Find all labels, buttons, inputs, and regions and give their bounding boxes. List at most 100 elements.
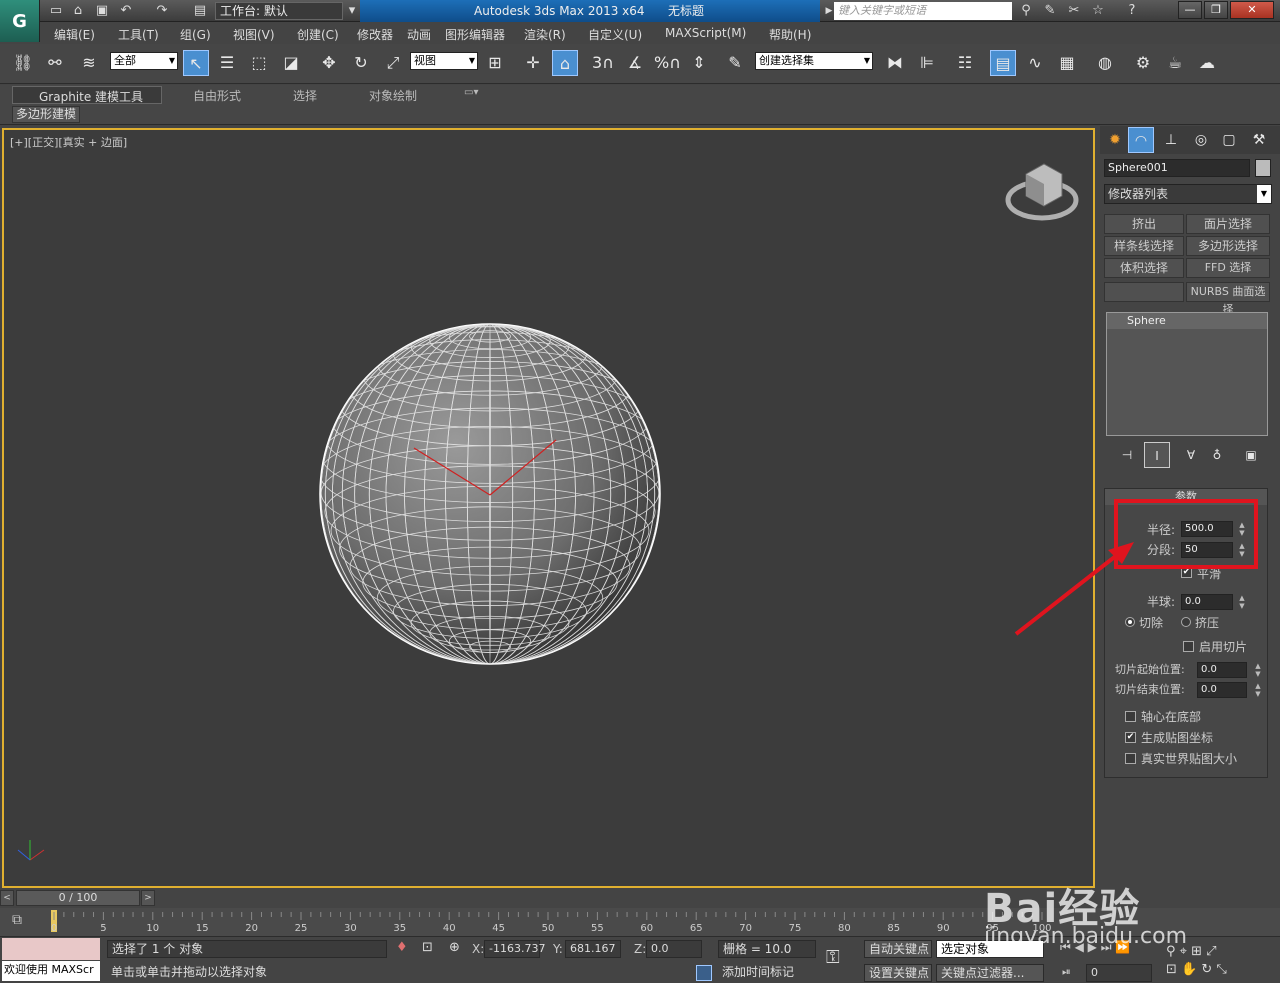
object-name-field[interactable]: Sphere001 [1104,159,1250,177]
bind-space-warp-icon[interactable]: ≋ [76,50,102,76]
material-editor-icon[interactable]: ◍ [1092,50,1118,76]
key-filters-button[interactable]: 关键点过滤器... [936,964,1044,982]
chop-radio[interactable] [1125,617,1135,627]
open-file-icon[interactable]: ⌂ [70,3,86,19]
y-coordinate-field[interactable]: 681.167 [565,940,621,958]
select-object-icon[interactable]: ↖ [183,50,209,76]
modify-tab-icon[interactable]: ◠ [1128,127,1154,153]
reference-coordinate-dropdown[interactable]: 视图 [410,52,478,70]
time-next-icon[interactable]: > [141,890,155,906]
rollout-title[interactable]: 参数 [1105,489,1267,505]
stack-item-sphere[interactable]: Sphere [1107,313,1267,329]
slice-to-spinner[interactable]: ▲ ▼ [1253,682,1263,698]
communication-icon[interactable]: ✂ [1066,3,1082,19]
time-config-icon[interactable]: ⏯ [1062,965,1071,979]
render-setup-icon[interactable]: ⚙ [1130,50,1156,76]
menu-tools[interactable]: 工具(T) [118,26,159,43]
set-key-button[interactable]: 设置关键点 [864,964,932,982]
poly-select-button[interactable]: 多边形选择 [1186,236,1270,256]
empty-modifier-button[interactable] [1104,282,1184,302]
maxscript-mini-listener[interactable]: 欢迎使用 MAXScr [2,961,100,981]
extrude-button[interactable]: 挤出 [1104,214,1184,234]
link-icon[interactable]: ⛓ [10,50,36,76]
help-icon[interactable]: ? [1124,3,1140,19]
volume-select-button[interactable]: 体积选择 [1104,258,1184,278]
align-icon[interactable]: ⊫ [914,50,940,76]
select-and-manipulate-icon[interactable]: ✛ [520,50,546,76]
z-coordinate-field[interactable]: 0.0 [646,940,702,958]
add-time-tag-button[interactable]: 添加时间标记 [718,964,816,982]
utilities-tab-icon[interactable]: ⚒ [1246,127,1272,153]
absolute-mode-icon[interactable]: ⊕ [449,940,460,955]
gen-map-coords-checkbox[interactable]: ✔ [1125,732,1136,743]
ffd-select-button[interactable]: FFD 选择 [1186,258,1270,278]
window-crossing-icon[interactable]: ◪ [278,50,304,76]
create-tab-icon[interactable]: ✹ [1102,127,1128,153]
time-slider-thumb[interactable]: 0 / 100 [16,890,140,906]
slice-on-checkbox[interactable] [1183,641,1194,652]
viewport-front[interactable]: [+][正交][真实 + 边面] [2,128,1095,888]
menu-customize[interactable]: 自定义(U) [588,26,642,43]
menu-rendering[interactable]: 渲染(R) [524,26,566,43]
select-and-scale-icon[interactable]: ⤢ [380,50,406,76]
minimize-button[interactable]: — [1178,1,1202,19]
unlink-icon[interactable]: ⚯ [42,50,68,76]
radius-field[interactable]: 500.0 [1181,521,1233,537]
menu-view[interactable]: 视图(V) [233,26,275,43]
new-file-icon[interactable]: ▭ [48,3,64,19]
tab-selection[interactable]: 选择 [293,87,317,104]
redo-icon[interactable]: ↷ [154,3,170,19]
maxscript-listener-pink[interactable] [2,938,100,960]
spinner-snap-icon[interactable]: ⇕ [686,50,712,76]
keyboard-shortcut-override-icon[interactable]: ⌂ [552,50,578,76]
modifier-list-dropdown[interactable]: 修改器列表 ▼ [1104,184,1272,204]
menu-graph-editors[interactable]: 图形编辑器 [445,26,505,43]
radius-spinner[interactable]: ▲ ▼ [1237,521,1247,537]
mirror-icon[interactable]: ⧓ [882,50,908,76]
smooth-checkbox[interactable]: ✔ [1181,567,1192,578]
slice-from-spinner[interactable]: ▲ ▼ [1253,662,1263,678]
real-world-map-checkbox[interactable] [1125,753,1136,764]
pivot-center-icon[interactable]: ⊞ [482,50,508,76]
segments-spinner[interactable]: ▲ ▼ [1237,542,1247,558]
select-and-rotate-icon[interactable]: ↻ [348,50,374,76]
selection-filter-dropdown[interactable]: 全部 [110,52,178,70]
make-unique-icon[interactable]: ∀ [1178,442,1204,468]
selection-lock-icon[interactable]: ⊡ [422,940,433,955]
rect-selection-region-icon[interactable]: ⬚ [246,50,272,76]
segments-field[interactable]: 50 [1181,542,1233,558]
schematic-view-icon[interactable]: ▦ [1054,50,1080,76]
menu-modifiers[interactable]: 修改器 [357,26,393,43]
key-icon[interactable]: ⚿ [826,947,858,975]
menu-edit[interactable]: 编辑(E) [54,26,95,43]
sub-tab-polygon-modeling[interactable]: 多边形建模 [12,106,80,123]
search-input[interactable]: 键入关键字或短语 [834,2,1012,20]
sphere-object[interactable] [319,323,661,665]
named-selection-dropdown[interactable]: 创建选择集 [755,52,873,70]
hierarchy-tab-icon[interactable]: ⊥ [1158,127,1184,153]
project-folder-icon[interactable]: ▤ [192,3,208,19]
configure-modifier-sets-icon[interactable]: ▣ [1238,442,1264,468]
modifier-stack[interactable]: Sphere [1106,312,1268,436]
percent-snap-icon[interactable]: %∩ [654,50,681,76]
snaps-toggle-icon[interactable]: 3∩ [590,50,616,76]
close-button[interactable]: ✕ [1230,1,1274,19]
viewcube-icon[interactable] [1005,163,1079,221]
squash-radio[interactable] [1181,617,1191,627]
undo-icon[interactable]: ↶ [118,3,134,19]
hemisphere-spinner[interactable]: ▲ ▼ [1237,594,1247,610]
time-tag-icon[interactable] [696,965,712,981]
spline-select-button[interactable]: 样条线选择 [1104,236,1184,256]
select-and-move-icon[interactable]: ✥ [316,50,342,76]
time-prev-icon[interactable]: < [0,890,14,906]
auto-key-button[interactable]: 自动关键点 [864,940,932,958]
remove-modifier-icon[interactable]: ♁ [1204,442,1230,468]
save-icon[interactable]: ▣ [94,3,110,19]
render-production-icon[interactable]: ☁ [1194,50,1220,76]
layer-manager-icon[interactable]: ☷ [952,50,978,76]
curve-editor-icon[interactable]: ∿ [1022,50,1048,76]
tab-freeform[interactable]: 自由形式 [193,87,241,104]
hemisphere-field[interactable]: 0.0 [1181,594,1233,610]
binoculars-icon[interactable]: ⚲ [1018,3,1034,19]
slice-from-field[interactable]: 0.0 [1197,662,1247,678]
